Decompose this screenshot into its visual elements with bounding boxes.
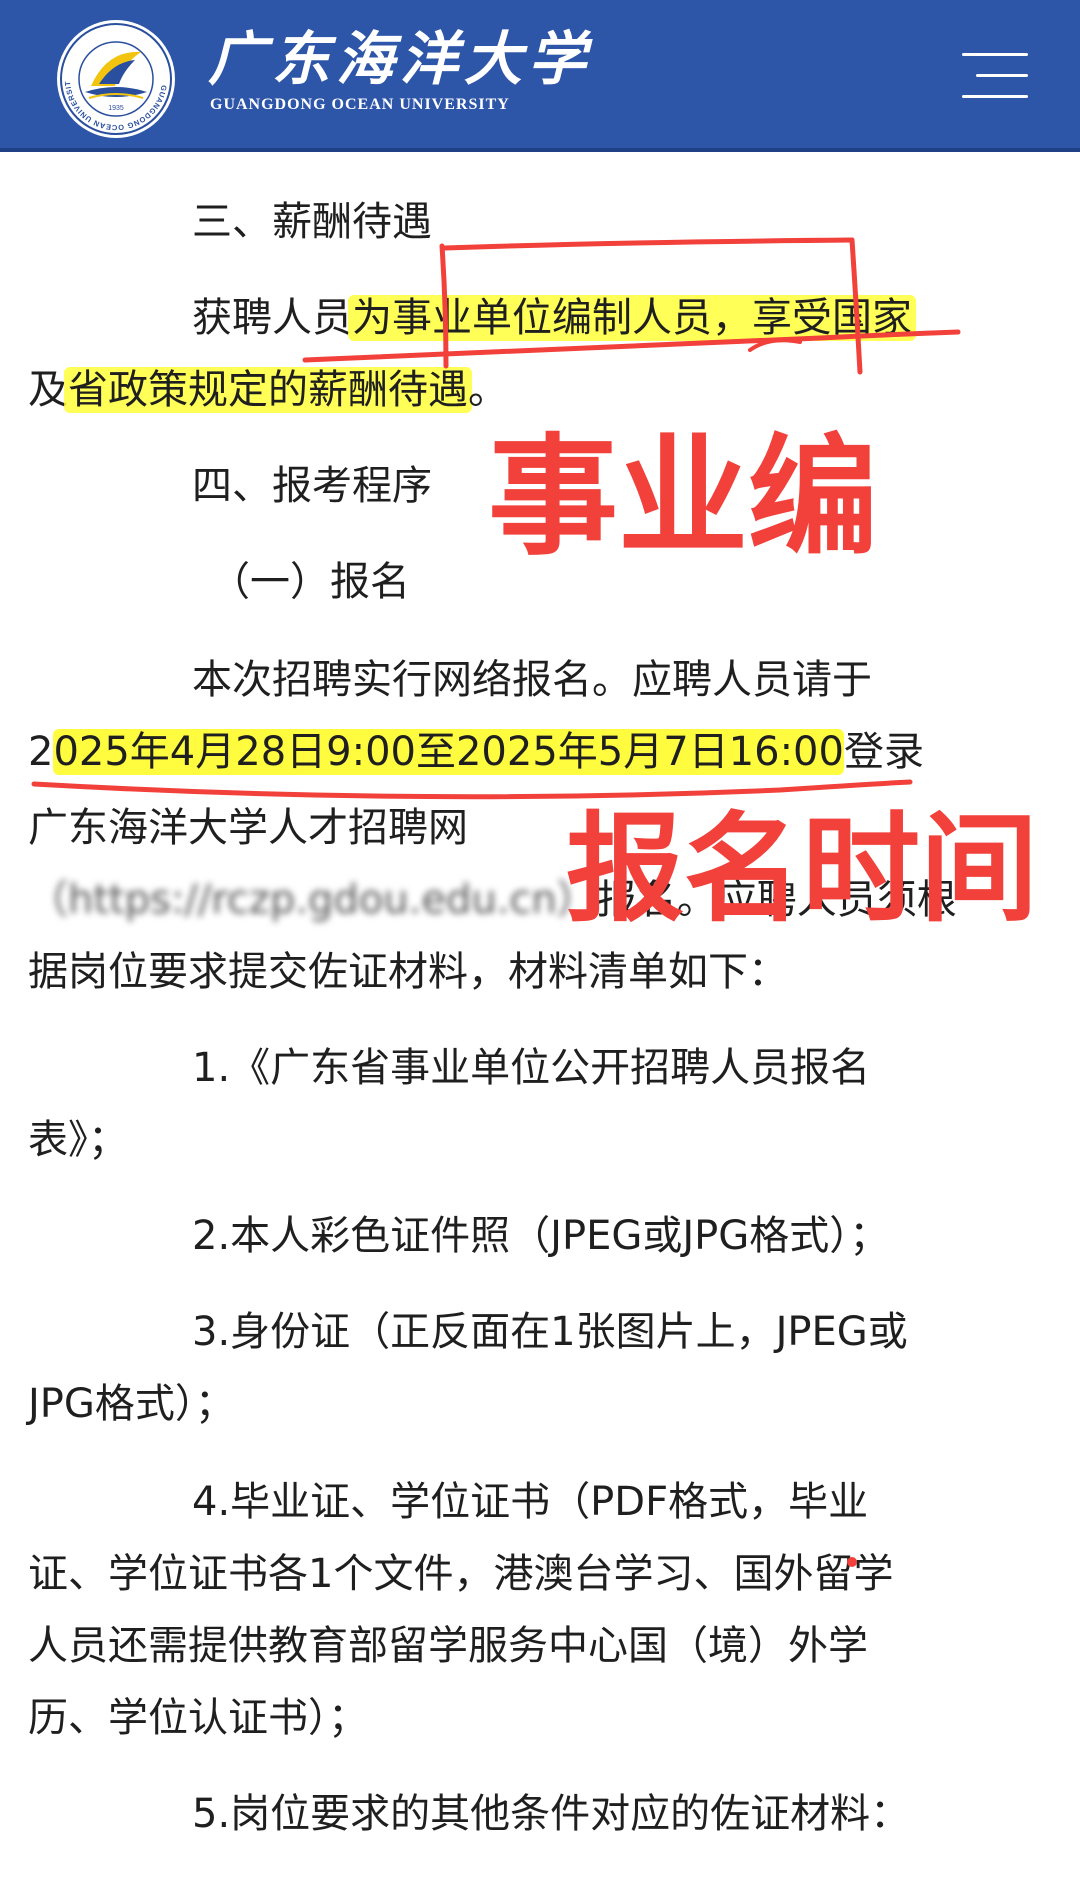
menu-bar-top bbox=[962, 53, 1028, 56]
highlight-registration-dates: 025年4月28日9:00至2025年5月7日16:00 bbox=[53, 729, 844, 775]
highlight-salary-policy: 省政策规定的薪酬待遇 bbox=[64, 367, 472, 413]
material-item-4-line-4: 历、学位认证书）； bbox=[28, 1695, 368, 1741]
material-item-3-line-1: 3.身份证（正反面在1张图片上，JPEG或 bbox=[192, 1309, 908, 1355]
salary-text: 。 bbox=[468, 367, 508, 413]
salary-paragraph-line-1: 获聘人员为事业单位编制人员，享受国家 bbox=[192, 290, 916, 346]
material-item-4-line-1: 4.毕业证、学位证书（PDF格式，毕业 bbox=[192, 1479, 869, 1525]
material-item-3-line-2: JPG格式）； bbox=[28, 1381, 235, 1427]
brand-name-chinese: 广东海洋大学 bbox=[208, 25, 593, 93]
university-logo[interactable]: GUANGDONG OCEAN UNIVERSITY 1935 bbox=[52, 11, 177, 140]
menu-bar-middle bbox=[976, 74, 1028, 77]
annotation-registration-time: 报名时间 bbox=[566, 800, 1039, 938]
material-item-1-line-2: 表》； bbox=[28, 1117, 128, 1163]
subsection-heading-registration: （一）报名 bbox=[210, 559, 410, 605]
annotation-civil-staff: 事业编 bbox=[488, 421, 879, 573]
annotation-strokes bbox=[31, 237, 961, 1567]
underline-stroke bbox=[31, 779, 913, 800]
registration-text: 登录 bbox=[843, 729, 924, 775]
bracket-stroke bbox=[442, 237, 855, 251]
logo-year: 1935 bbox=[108, 105, 124, 112]
salary-paragraph-line-2: 及省政策规定的薪酬待遇。 bbox=[28, 362, 508, 418]
material-item-5: 5.岗位要求的其他条件对应的佐证材料： bbox=[192, 1791, 911, 1837]
registration-line-5: 据岗位要求提交佐证材料，材料清单如下： bbox=[28, 949, 788, 995]
material-item-4-line-2: 证、学位证书各1个文件，港澳台学习、国外留学 bbox=[28, 1551, 894, 1597]
menu-bar-bottom bbox=[962, 95, 1028, 98]
registration-line-1: 本次招聘实行网络报名。应聘人员请于 bbox=[192, 657, 872, 703]
site-header: GUANGDONG OCEAN UNIVERSITY 1935 广东海洋大学 G… bbox=[0, 0, 1080, 152]
recruitment-site-link[interactable]: （https://rczp.gdou.edu.cn） bbox=[28, 872, 597, 928]
section-heading-salary: 三、薪酬待遇 bbox=[192, 199, 432, 245]
logo-emblem-icon: GUANGDONG OCEAN UNIVERSITY 1935 bbox=[52, 11, 175, 138]
brand-name-english: GUANGDONG OCEAN UNIVERSITY bbox=[210, 96, 510, 113]
hamburger-icon[interactable] bbox=[962, 53, 1028, 99]
salary-text: 获聘人员 bbox=[192, 295, 352, 341]
registration-line-3: 广东海洋大学人才招聘网 bbox=[28, 805, 468, 851]
highlight-civil-staff: 为事业单位编制人员，享受国家 bbox=[348, 295, 916, 341]
salary-text: 及 bbox=[28, 367, 68, 413]
section-heading-procedure: 四、报考程序 bbox=[192, 463, 432, 509]
material-item-4-line-3: 人员还需提供教育部留学服务中心国（境）外学 bbox=[28, 1623, 868, 1669]
material-item-1-line-1: 1.《广东省事业单位公开招聘人员报名 bbox=[192, 1045, 871, 1091]
registration-text: 2 bbox=[28, 729, 54, 775]
registration-line-2: 2025年4月28日9:00至2025年5月7日16:00登录 bbox=[28, 724, 924, 780]
material-item-2: 2.本人彩色证件照（JPEG或JPG格式）； bbox=[192, 1213, 890, 1259]
